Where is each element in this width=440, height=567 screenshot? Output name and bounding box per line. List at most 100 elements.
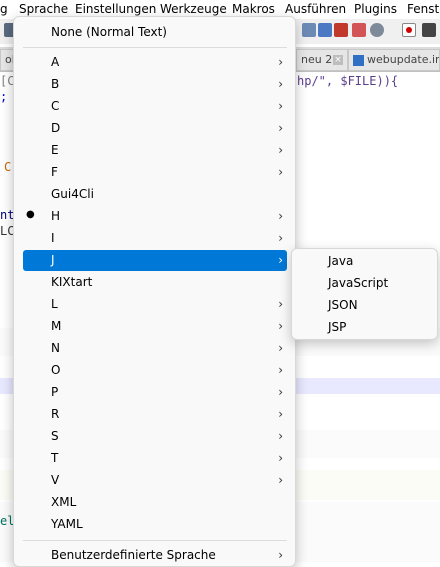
chevron-right-icon: › [278, 407, 283, 421]
submenu-item-json[interactable]: JSON [300, 295, 430, 316]
checked-bullet-icon: ● [26, 209, 35, 220]
menu-item-label: T [51, 451, 59, 465]
j-submenu: Java JavaScript JSON JSP [291, 248, 438, 340]
copy-icon[interactable] [302, 23, 316, 37]
menu-item-label: O [51, 363, 61, 377]
menu-item-xml[interactable]: XML [23, 492, 287, 513]
chevron-right-icon: › [278, 209, 283, 223]
chevron-right-icon: › [278, 451, 283, 465]
menu-item-i[interactable]: I › [23, 228, 287, 249]
code-fragment: ; [0, 90, 8, 104]
chevron-right-icon: › [278, 297, 283, 311]
menu-item-b[interactable]: B › [23, 74, 287, 95]
chevron-right-icon: › [278, 429, 283, 443]
cut-icon[interactable] [334, 23, 348, 37]
menu-item-h[interactable]: ● H › [23, 206, 287, 227]
submenu-item-label: JavaScript [328, 276, 389, 290]
menu-item-label: D [51, 121, 61, 135]
menu-item-o[interactable]: O › [23, 360, 287, 381]
chevron-right-icon: › [278, 473, 283, 487]
chevron-right-icon: › [278, 77, 283, 91]
chevron-right-icon: › [278, 319, 283, 333]
menu-truncated[interactable]: g [0, 2, 8, 16]
submenu-item-java[interactable]: Java [300, 251, 430, 272]
tab-webupdate[interactable]: webupdate.ino [348, 49, 440, 71]
menu-item-label: M [51, 319, 62, 333]
menu-item-t[interactable]: T › [23, 448, 287, 469]
menu-item-label: XML [51, 495, 77, 509]
menu-item-label: S [51, 429, 59, 443]
menu-item-label: C [51, 99, 60, 113]
menu-item-label: L [51, 297, 58, 311]
menu-plugins[interactable]: Plugins [354, 2, 397, 16]
menu-item-c[interactable]: C › [23, 96, 287, 117]
menu-item-label: P [51, 385, 59, 399]
menu-item-label: A [51, 55, 60, 69]
menu-makros[interactable]: Makros [232, 2, 275, 16]
menu-werkzeuge[interactable]: Werkzeuge [160, 2, 227, 16]
chevron-right-icon: › [278, 253, 283, 267]
menu-separator [23, 540, 287, 541]
language-menu: None (Normal Text) A › B › C › D › E › F › Gui4Cli ● H… [13, 16, 296, 567]
menu-item-label: B [51, 77, 60, 91]
menu-item-label: KIXtart [51, 275, 93, 289]
replace-icon[interactable] [370, 23, 384, 37]
menu-item-n[interactable]: N › [23, 338, 287, 359]
record-macro-icon[interactable] [402, 23, 416, 37]
submenu-item-jsp[interactable]: JSP [300, 317, 430, 338]
menu-item-p[interactable]: P › [23, 382, 287, 403]
menu-item-kixtart[interactable]: KIXtart [23, 272, 287, 293]
menu-item-gui4cli[interactable]: Gui4Cli [23, 184, 287, 205]
menu-item-user-defined[interactable]: Benutzerdefinierte Sprache › [23, 545, 287, 566]
menu-item-r[interactable]: R › [23, 404, 287, 425]
menu-item-l[interactable]: L › [23, 294, 287, 315]
chevron-right-icon: › [278, 341, 283, 355]
menu-item-label: I [51, 231, 55, 245]
menu-item-label: V [51, 473, 60, 487]
chevron-right-icon: › [278, 548, 283, 562]
menu-item-e[interactable]: E › [23, 140, 287, 161]
menu-item-s[interactable]: S › [23, 426, 287, 447]
chevron-right-icon: › [278, 121, 283, 135]
code-fragment: C [4, 160, 12, 174]
stop-macro-icon[interactable] [422, 23, 436, 37]
menu-item-label: E [51, 143, 59, 157]
submenu-item-label: JSON [328, 298, 358, 312]
find-icon[interactable] [352, 23, 366, 37]
close-tab-icon[interactable]: × [333, 55, 343, 65]
chevron-right-icon: › [278, 55, 283, 69]
file-icon [353, 55, 364, 66]
chevron-right-icon: › [278, 363, 283, 377]
menu-item-v[interactable]: V › [23, 470, 287, 491]
paste-icon[interactable] [318, 23, 332, 37]
chevron-right-icon: › [278, 143, 283, 157]
submenu-item-javascript[interactable]: JavaScript [300, 273, 430, 294]
chevron-right-icon: › [278, 165, 283, 179]
menu-item-label: YAML [51, 517, 83, 531]
menu-item-label: Gui4Cli [51, 187, 94, 201]
menu-ausfuehren[interactable]: Ausführen [285, 2, 346, 16]
menu-item-label: J [51, 253, 55, 267]
menu-item-j[interactable]: J › [23, 250, 287, 271]
menu-item-d[interactable]: D › [23, 118, 287, 139]
menu-item-a[interactable]: A › [23, 52, 287, 73]
menu-item-yaml[interactable]: YAML [23, 514, 287, 535]
menu-sprache[interactable]: Sprache [19, 2, 68, 16]
chevron-right-icon: › [278, 99, 283, 113]
menu-item-label: H [51, 209, 61, 223]
menu-item-f[interactable]: F › [23, 162, 287, 183]
submenu-item-label: Java [328, 254, 354, 268]
submenu-item-label: JSP [328, 320, 347, 334]
menu-item-label: N [51, 341, 60, 355]
menu-item-label: F [51, 165, 58, 179]
chevron-right-icon: › [278, 385, 283, 399]
menu-einstellungen[interactable]: Einstellungen [75, 2, 156, 16]
code-fragment: hp/", $FILE)){ [297, 74, 399, 88]
menu-item-m[interactable]: M › [23, 316, 287, 337]
chevron-right-icon: › [278, 231, 283, 245]
tab-neu-2[interactable]: neu 2 × [296, 49, 348, 71]
menu-item-label: R [51, 407, 60, 421]
menu-separator [23, 47, 287, 48]
menu-fenster[interactable]: Fenste [407, 2, 440, 16]
menu-item-none[interactable]: None (Normal Text) [23, 22, 287, 43]
